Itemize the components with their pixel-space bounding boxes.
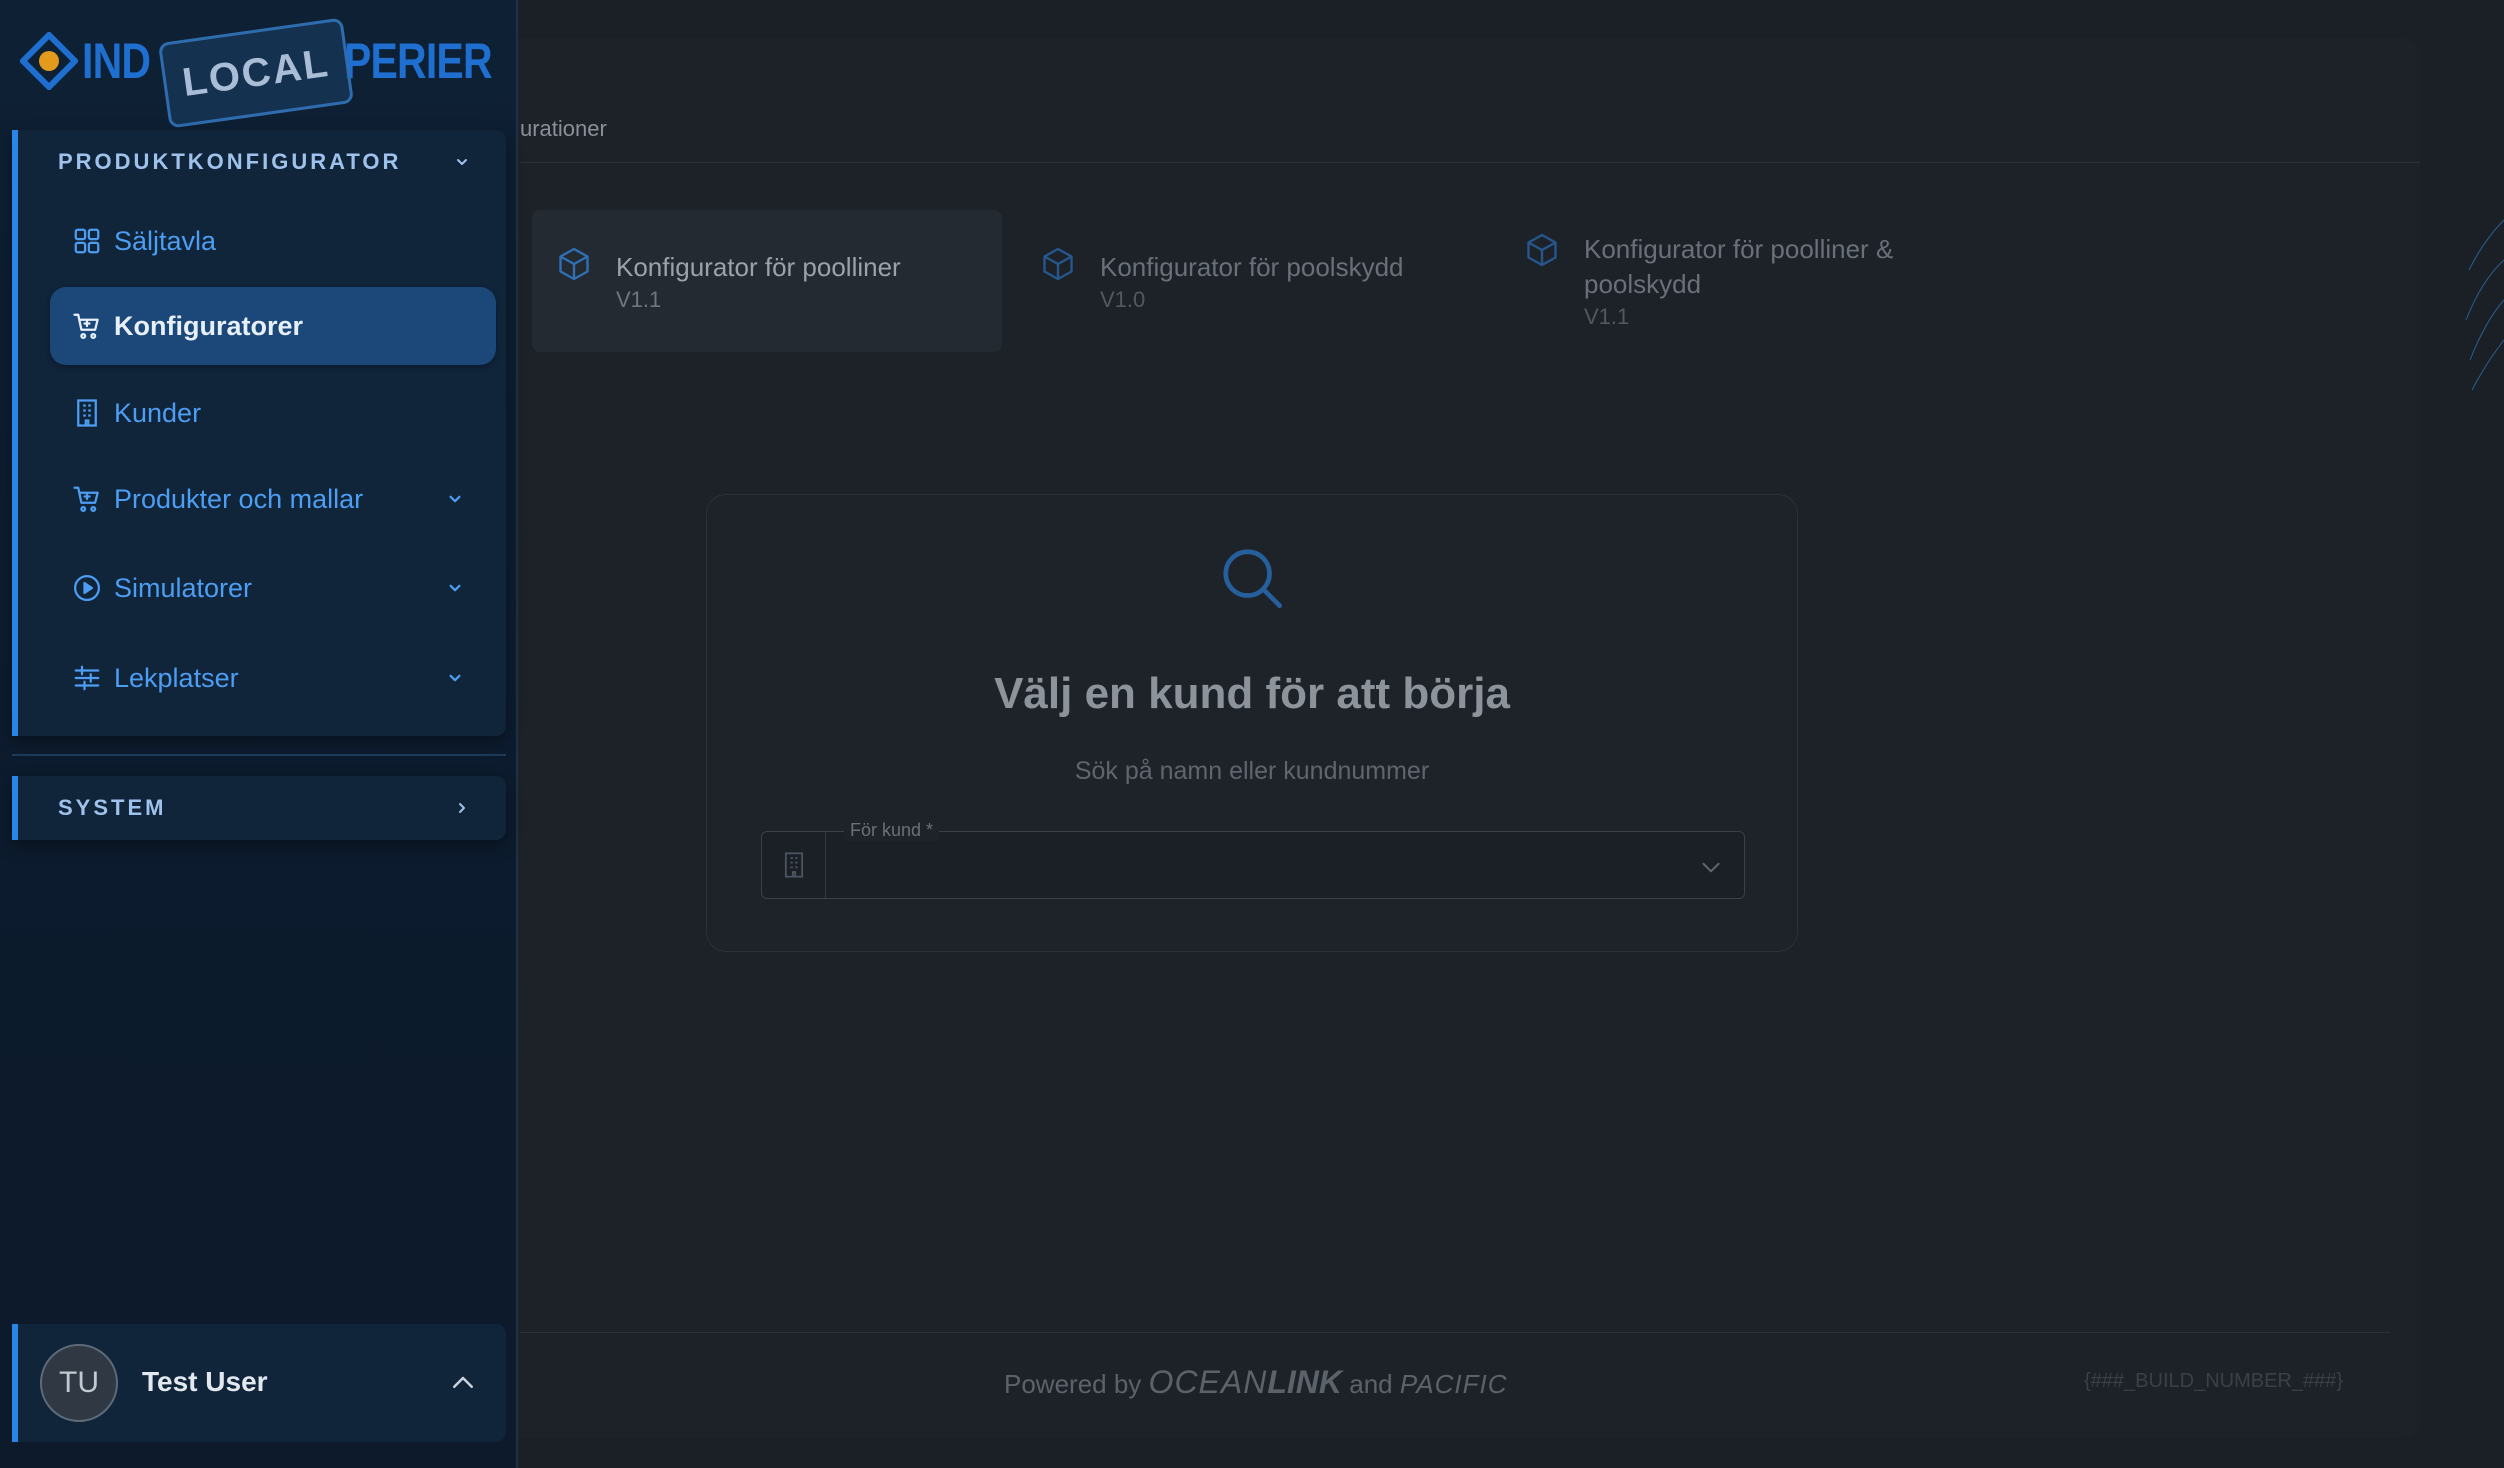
configurator-tab-poolskydd[interactable]: Konfigurator för poolskydd V1.0 <box>1016 210 1486 352</box>
configurator-tab-poolliner-poolskydd[interactable]: Konfigurator för poolliner & poolskydd V… <box>1500 210 1978 352</box>
section-header-produktkonfigurator[interactable]: PRODUKTKONFIGURATOR <box>18 130 506 194</box>
section-system: SYSTEM <box>12 776 506 840</box>
sidebar-item-label: Lekplatser <box>114 662 239 693</box>
user-menu[interactable]: TU Test User <box>12 1324 506 1442</box>
sidebar: IND PERIER LOCAL PRODUKTKONFIGURATOR Säl… <box>0 0 518 1468</box>
search-icon <box>1223 549 1283 609</box>
select-customer-title: Välj en kund för att börja <box>994 669 1510 718</box>
brand-link: LINK <box>1267 1364 1342 1400</box>
sidebar-divider <box>12 754 506 756</box>
breadcrumb-divider <box>520 162 2420 163</box>
select-customer-card: Välj en kund för att börja Sök på namn e… <box>706 494 1798 952</box>
cube-icon <box>1527 233 1557 267</box>
sidebar-item-label: Säljtavla <box>114 225 217 256</box>
sidebar-item-saljtavla[interactable]: Säljtavla <box>50 202 496 280</box>
section-produktkonfigurator: PRODUKTKONFIGURATOR Säljtavla Konfigurat… <box>12 130 506 736</box>
app-logo[interactable]: IND PERIER LOCAL <box>18 17 493 129</box>
sidebar-item-kunder[interactable]: Kunder <box>50 374 496 452</box>
cart-icon <box>73 313 99 339</box>
brand-ocean: OCEAN <box>1148 1364 1268 1400</box>
brand-pacific: PACIFIC <box>1399 1369 1508 1399</box>
decorative-lines <box>2465 219 2504 391</box>
breadcrumb[interactable]: urationer <box>520 116 607 142</box>
chevron-down-icon <box>449 674 461 682</box>
avatar: TU <box>40 1344 118 1422</box>
sidebar-item-konfiguratorer[interactable]: Konfiguratorer <box>50 287 496 365</box>
logo-diamond-icon <box>20 32 78 90</box>
sidebar-item-label: Konfiguratorer <box>114 310 303 341</box>
sidebar-item-lekplatser[interactable]: Lekplatser <box>50 639 496 717</box>
customer-select[interactable]: För kund * <box>761 820 1745 899</box>
section-title: PRODUKTKONFIGURATOR <box>58 149 402 174</box>
configurator-version: V1.0 <box>1100 287 1146 312</box>
play-circle-icon <box>74 575 100 601</box>
sidebar-item-label: Produkter och mallar <box>114 483 364 514</box>
cart-icon <box>73 486 99 512</box>
building-icon <box>784 852 803 878</box>
cube-icon <box>1043 247 1073 281</box>
sidebar-item-label: Kunder <box>114 397 202 428</box>
environment-badge: LOCAL <box>157 17 355 129</box>
sidebar-item-label: Simulatorer <box>114 572 253 603</box>
sliders-icon <box>74 665 100 691</box>
logo-text-right: PERIER <box>344 33 493 89</box>
select-customer-subtitle: Sök på namn eller kundnummer <box>1074 757 1430 785</box>
footer-divider <box>520 1332 2390 1333</box>
configurator-tab-poolliner[interactable]: Konfigurator för poolliner V1.1 <box>532 210 1002 352</box>
user-name: Test User <box>142 1366 268 1397</box>
sidebar-item-simulatorer[interactable]: Simulatorer <box>50 549 496 627</box>
configurator-title: Konfigurator för poolliner <box>616 252 901 282</box>
configurator-title: Konfigurator för poolskydd <box>1100 252 1404 282</box>
section-header-system[interactable]: SYSTEM <box>18 776 506 840</box>
customer-select-icon-box <box>762 832 826 898</box>
chevron-down-icon <box>457 159 467 165</box>
chevron-right-icon <box>459 803 465 813</box>
powered-by-text: Powered by <box>1004 1369 1142 1399</box>
chevron-down-icon[interactable] <box>1698 854 1724 880</box>
powered-by: Powered by OCEANLINK and PACIFIC <box>1004 1364 1508 1401</box>
sidebar-item-produkter-och-mallar[interactable]: Produkter och mallar <box>50 460 496 538</box>
chevron-down-icon <box>449 584 461 592</box>
powered-and: and <box>1349 1369 1393 1399</box>
configurator-title: Konfigurator för poolliner & poolskydd <box>1584 234 1894 299</box>
chevron-up-icon[interactable] <box>448 1368 478 1398</box>
configurator-version: V1.1 <box>1584 304 1630 329</box>
cube-icon <box>559 247 589 281</box>
building-icon <box>77 399 97 427</box>
section-title: SYSTEM <box>58 795 167 820</box>
chevron-down-icon <box>449 495 461 503</box>
logo-text-left: IND <box>82 33 151 89</box>
configurator-version: V1.1 <box>616 287 662 312</box>
customer-field-label: För kund * <box>844 820 940 841</box>
dashboard-grid-icon <box>74 228 100 254</box>
build-number: {###_BUILD_NUMBER_###} <box>2084 1370 2344 1392</box>
